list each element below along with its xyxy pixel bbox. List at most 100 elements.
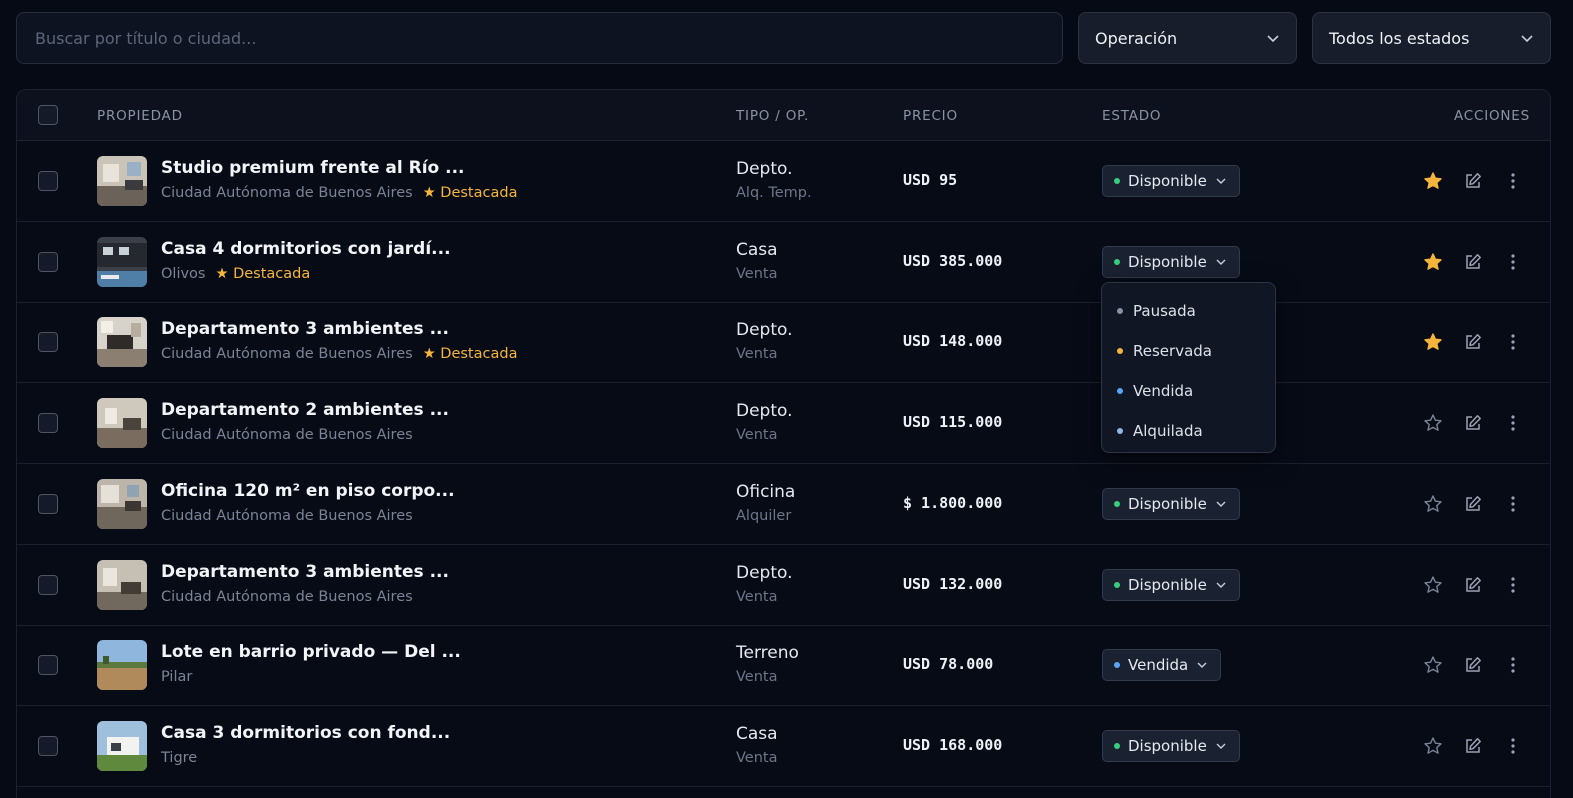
- property-location: Ciudad Autónoma de Buenos Aires: [161, 346, 413, 363]
- table-row[interactable]: Lote en barrio privado — Del ... Pilar Ter…: [17, 625, 1550, 707]
- property-thumbnail: [97, 156, 147, 206]
- more-vertical-icon[interactable]: [1503, 494, 1523, 514]
- star-outline-icon[interactable]: [1423, 413, 1443, 433]
- status-label: Disponible: [1128, 494, 1207, 513]
- star-outline-icon[interactable]: [1423, 655, 1443, 675]
- header-type: TIPO / OP.: [736, 107, 810, 124]
- chevron-down-icon: [1216, 259, 1226, 265]
- edit-icon[interactable]: [1463, 736, 1483, 756]
- edit-icon[interactable]: [1463, 494, 1483, 514]
- status-label: Disponible: [1128, 575, 1207, 594]
- more-vertical-icon[interactable]: [1503, 171, 1523, 191]
- operation-filter[interactable]: Operación: [1078, 12, 1297, 64]
- property-title[interactable]: Departamento 3 ambientes ...: [161, 319, 449, 339]
- property-location: Pilar: [161, 669, 193, 686]
- property-location: Olivos: [161, 265, 206, 282]
- star-outline-icon[interactable]: [1423, 494, 1443, 514]
- star-outline-icon[interactable]: [1423, 575, 1443, 595]
- row-checkbox[interactable]: [38, 655, 58, 676]
- star-outline-icon[interactable]: [1423, 736, 1443, 756]
- status-label: Disponible: [1128, 736, 1207, 755]
- status-option-alquilada[interactable]: Alquilada: [1102, 411, 1275, 451]
- property-thumbnail: [97, 317, 147, 368]
- property-title[interactable]: Departamento 3 ambientes ...: [161, 562, 449, 582]
- status-dot: [1114, 581, 1120, 588]
- row-checkbox[interactable]: [38, 171, 58, 191]
- property-title[interactable]: Oficina 120 m² en piso corpo...: [161, 481, 455, 501]
- chevron-down-icon: [1216, 178, 1226, 184]
- header-actions: ACCIONES: [1453, 107, 1530, 124]
- status-option-reservada[interactable]: Reservada: [1102, 331, 1275, 371]
- more-vertical-icon[interactable]: [1503, 332, 1523, 352]
- table-row[interactable]: Casa 4 dormitorios con jardí... Olivos ★ D…: [17, 222, 1550, 303]
- status-dot: [1114, 500, 1120, 507]
- row-checkbox[interactable]: [38, 332, 58, 353]
- status-dot: [1117, 388, 1123, 394]
- table-row[interactable]: Studio premium frente al Río ... Ciudad A…: [17, 141, 1550, 222]
- edit-icon[interactable]: [1463, 332, 1483, 352]
- table-row[interactable]: Oficina 120 m² en piso corpo... Ciudad Au…: [17, 464, 1550, 545]
- star-filled-icon[interactable]: [1423, 332, 1443, 352]
- edit-icon[interactable]: [1463, 171, 1483, 191]
- property-type: Casa: [736, 723, 778, 744]
- property-title[interactable]: Departamento 2 ambientes ...: [161, 400, 449, 420]
- status-badge[interactable]: Disponible: [1102, 165, 1240, 197]
- property-title[interactable]: Casa 4 dormitorios con jardí...: [161, 239, 451, 259]
- property-type: Depto.: [736, 401, 793, 422]
- property-thumbnail: [97, 640, 147, 691]
- row-checkbox[interactable]: [38, 251, 58, 272]
- row-checkbox[interactable]: [38, 413, 58, 434]
- star-filled-icon[interactable]: [1423, 252, 1443, 272]
- more-vertical-icon[interactable]: [1503, 252, 1523, 272]
- table-row[interactable]: Departamento 3 ambientes ... Ciudad Autón…: [17, 545, 1550, 626]
- table-row[interactable]: Casa 3 dormitorios con fond... Tigre Casa V…: [17, 706, 1550, 787]
- status-option-vendida[interactable]: Vendida: [1102, 371, 1275, 411]
- row-checkbox[interactable]: [38, 735, 58, 756]
- status-label: Vendida: [1128, 656, 1189, 675]
- status-label: Disponible: [1128, 252, 1207, 271]
- property-thumbnail: [97, 720, 147, 771]
- status-badge[interactable]: Disponible: [1102, 487, 1240, 520]
- property-operation: Venta: [736, 427, 778, 444]
- property-price: $ 1.800.000: [903, 493, 1003, 512]
- table-row[interactable]: Departamento 2 ambientes ... Ciudad Autón…: [17, 383, 1550, 465]
- status-label: Disponible: [1128, 172, 1207, 190]
- chevron-down-icon: [1216, 582, 1226, 588]
- property-operation: Venta: [736, 669, 778, 686]
- row-checkbox[interactable]: [38, 574, 58, 595]
- property-price: USD 132.000: [903, 574, 1003, 593]
- property-location: Ciudad Autónoma de Buenos Aires: [161, 427, 413, 444]
- search-input[interactable]: [35, 28, 1044, 48]
- edit-icon[interactable]: [1463, 252, 1483, 272]
- property-title[interactable]: Lote en barrio privado — Del ...: [161, 642, 461, 662]
- property-operation: Alq. Temp.: [736, 185, 812, 201]
- status-dot: [1117, 348, 1123, 354]
- status-badge[interactable]: Vendida: [1102, 649, 1222, 682]
- status-filter[interactable]: Todos los estados: [1312, 12, 1551, 64]
- star-filled-icon[interactable]: [1423, 171, 1443, 191]
- property-subtitle: Tigre: [161, 750, 197, 766]
- property-price: USD 168.000: [903, 735, 1003, 754]
- property-operation: Alquiler: [736, 507, 792, 524]
- edit-icon[interactable]: [1463, 655, 1483, 675]
- status-dot: [1117, 308, 1123, 314]
- property-subtitle: Pilar: [161, 669, 192, 685]
- status-badge[interactable]: Disponible: [1102, 729, 1240, 762]
- property-title[interactable]: Casa 3 dormitorios con fond...: [161, 723, 450, 743]
- status-badge[interactable]: Disponible: [1102, 245, 1240, 278]
- edit-icon[interactable]: [1463, 575, 1483, 595]
- more-vertical-icon[interactable]: [1503, 413, 1523, 433]
- select-all-checkbox[interactable]: [38, 105, 58, 125]
- row-checkbox[interactable]: [38, 493, 58, 514]
- edit-icon[interactable]: [1463, 413, 1483, 433]
- more-vertical-icon[interactable]: [1503, 736, 1523, 756]
- search-box[interactable]: [16, 12, 1063, 64]
- status-dropdown-menu: Pausada Reservada Vendida Alquilada: [1101, 282, 1276, 453]
- status-option-pausada[interactable]: Pausada: [1102, 291, 1275, 331]
- property-title[interactable]: Studio premium frente al Río ...: [161, 158, 465, 178]
- status-option-label: Pausada: [1133, 302, 1196, 320]
- more-vertical-icon[interactable]: [1503, 575, 1523, 595]
- status-badge[interactable]: Disponible: [1102, 568, 1240, 601]
- more-vertical-icon[interactable]: [1503, 655, 1523, 675]
- table-row[interactable]: Departamento 3 ambientes ... Ciudad Autón…: [17, 302, 1550, 384]
